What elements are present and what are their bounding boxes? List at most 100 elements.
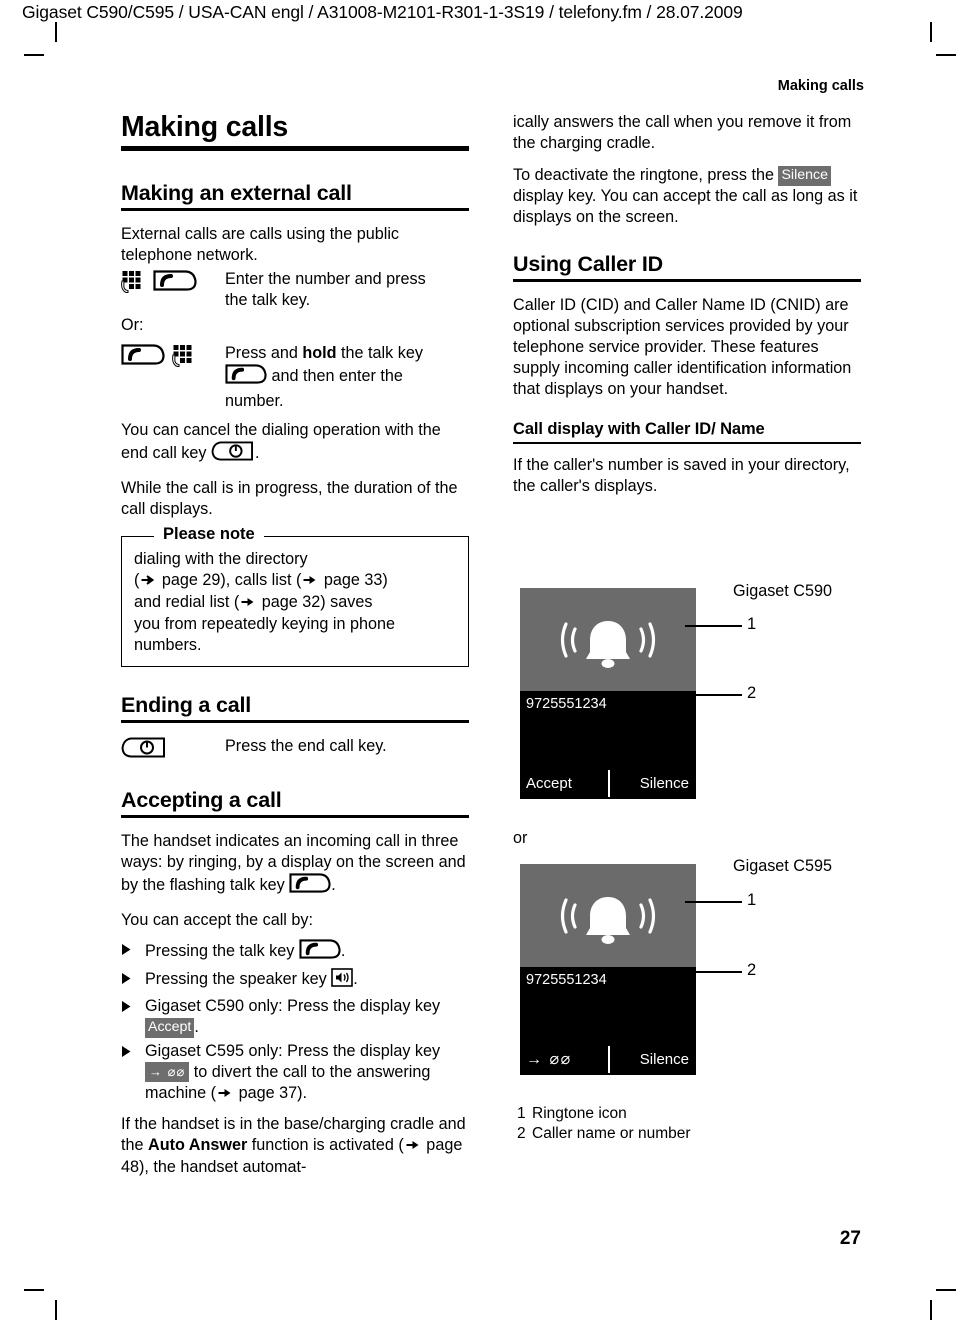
list-item-text: Pressing the speaker key . [145,968,469,993]
speaker-key-icon [331,968,354,993]
display-key-answering-machine-chip: → ⌀⌀ [145,1062,190,1083]
paragraph-external-calls: External calls are calls using the publi… [121,225,400,265]
paragraph-auto-answer: If the handset is in the base/charging c… [121,1114,469,1178]
paragraph-auto-answer-cont: ically answers the call when you remove … [513,113,852,153]
phone-display-c595: 9725551234 → ⌀⌀ Silence [520,864,696,1075]
key-description-3: Press the end call key. [225,736,387,755]
indicates-text-b: . [331,875,336,894]
triangle-bullet-icon [121,996,145,1038]
callout-line-1-c595 [685,901,742,903]
auto-answer-bold: Auto Answer [148,1136,248,1155]
arrow-right-icon [141,571,155,592]
crop-mark-bottom-right-h [936,1289,956,1291]
key2-text-3: and then enter the [267,367,403,386]
crop-mark-bottom-left-v [55,1300,57,1320]
page-number: 27 [839,1228,861,1249]
key-description-2: Press and hold the talk key and then ent… [225,343,469,411]
list-item-text: Gigaset C595 only: Press the display key… [145,1041,469,1105]
note-title: Please note [154,524,264,544]
note-line-3b: page 32) saves [257,592,373,611]
paragraph-accept-intro: You can accept the call by: [121,910,313,929]
running-head: Making calls [777,78,864,94]
please-note-box: Please note dialing with the directory ( … [121,524,469,668]
softkey-accept[interactable]: Accept [520,768,608,799]
figure-label-c590: Gigaset C590 [733,582,832,600]
bullet2-text-a: Pressing the speaker key [145,969,332,988]
key-desc-line-b: the talk key. [225,291,311,310]
legend-text: Ringtone icon [532,1105,627,1122]
bullet3-text-b: . [194,1018,199,1037]
figure-legend: 1 Ringtone icon 2 Caller name or number [517,1104,691,1145]
key-icons-cell-2 [121,343,225,376]
caller-number-c590: 9725551234 [520,691,696,717]
right-column: ically answers the call when you remove … [513,112,861,508]
list-item: Gigaset C590 only: Press the display key… [121,996,469,1038]
document-page: Gigaset C590/C595 / USA-CAN engl / A3100… [0,0,958,1324]
softkey-silence[interactable]: Silence [607,768,697,799]
note-line-1: dialing with the directory [134,549,308,568]
keypad-icon [172,344,197,376]
triangle-bullet-icon [121,968,145,993]
note-line-3a: and redial list ( [134,592,240,611]
section-heading-accepting-a-call: Accepting a call [121,787,282,812]
crop-mark-top-right-v [930,22,932,42]
title-rule [121,146,469,152]
page-title: Making calls [121,111,289,143]
ringtone-banner [520,588,696,691]
auto-answer-text-b: function is activated ( [247,1136,404,1155]
softkey-answering-machine[interactable]: → ⌀⌀ [520,1044,608,1075]
section-rule [121,208,469,212]
note-line-2a: ( [134,570,140,589]
list-item: Pressing the speaker key . [121,968,469,993]
display-key-silence-chip: Silence [778,165,832,186]
bullet1-text-b: . [340,941,346,960]
talk-key-icon [299,939,341,965]
paragraph-cancel-dialing: You can cancel the dialing operation wit… [121,420,469,467]
callout-number-1-c590: 1 [747,615,757,633]
key2-bold: hold [302,344,337,363]
paragraph-caller-id-info: Caller ID (CID) and Caller Name ID (CNID… [513,296,852,399]
callout-line-2-c595 [685,971,742,973]
display-key-accept-chip: Accept [145,1017,195,1038]
note-line-2b: page 29), calls list ( [157,570,302,589]
list-item: Gigaset C595 only: Press the display key… [121,1041,469,1105]
cancel-text-a: You can cancel the dialing operation wit… [121,420,441,462]
paragraph-caller-saved: If the caller's number is saved in your … [513,455,850,495]
list-item-text: Pressing the talk key . [145,939,469,965]
paragraph-deactivate-ringtone: To deactivate the ringtone, press the Si… [513,165,861,228]
key-instruction-row-2: Press and hold the talk key and then ent… [121,343,469,411]
legend-text: Caller name or number [532,1125,691,1143]
crop-mark-bottom-right-v [930,1300,932,1320]
softkey-silence[interactable]: Silence [607,1044,697,1075]
talk-key-icon [153,270,197,297]
talk-key-icon [225,364,267,390]
talk-key-icon [121,344,165,371]
cancel-text-b: . [254,443,260,462]
section-rule [121,719,469,723]
arrow-right-icon [303,571,317,592]
subsection-heading-call-display: Call display with Caller ID/ Name [513,420,765,439]
section-rule [121,814,469,818]
ringtone-text-b: display key. You can accept the call as … [513,187,858,227]
ringtone-text-a: To deactivate the ringtone, press the [513,166,779,185]
figure-label-c595: Gigaset C595 [733,857,832,875]
section-heading-using-caller-id: Using Caller ID [513,252,663,277]
left-column: Making calls Making an external call Ext… [121,111,469,1190]
note-body: dialing with the directory ( page 29), ca… [134,549,458,656]
key2-text-2: the talk key [336,344,423,363]
section-rule [513,279,861,283]
key2-text-1: Press and [225,344,303,363]
key-desc-line-a: Enter the number and press [225,270,426,289]
legend-number: 2 [517,1125,526,1143]
note-line-5: numbers. [134,636,202,655]
arrow-right-icon [218,1084,232,1105]
section-heading-ending-a-call: Ending a call [121,693,252,718]
triangle-bullet-icon [121,1041,145,1105]
end-call-key-icon [211,441,255,467]
arrow-right-icon [241,593,255,614]
callout-number-1-c595: 1 [747,891,757,909]
note-line-2c: page 33) [319,570,388,589]
ringtone-banner [520,864,696,967]
or-label: Or: [121,316,144,335]
list-item-text: Gigaset C590 only: Press the display key… [145,996,469,1038]
